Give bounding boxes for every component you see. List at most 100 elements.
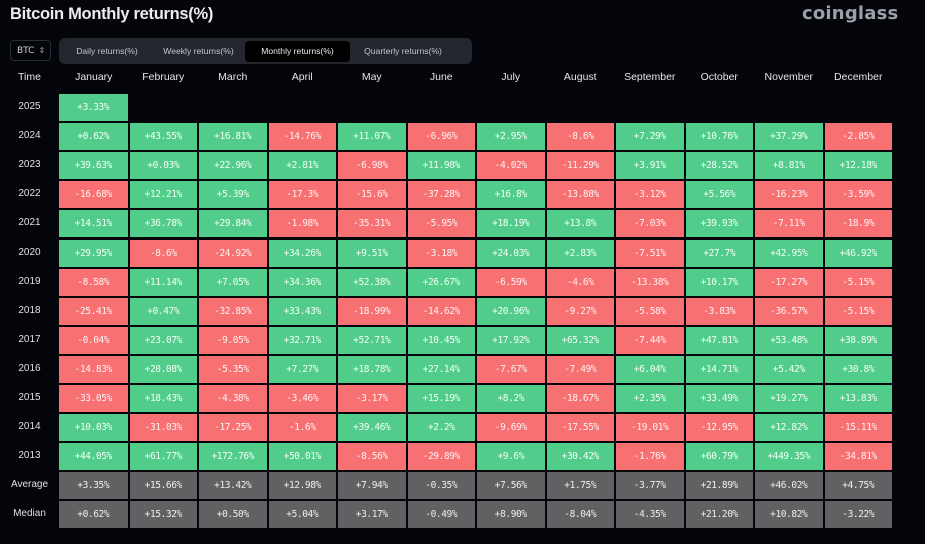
return-cell: +10.03% [59,414,128,442]
return-cell: -1.98% [268,210,336,238]
return-cell: -17.55% [546,414,614,442]
return-cell: +6.04% [616,355,684,383]
return-cell: -4.38% [199,385,267,412]
return-cell: +7.05% [199,268,267,296]
tab-monthly-returns[interactable]: Monthly returns(%) [245,40,350,62]
stat-cell: -0.35% [407,472,475,500]
return-cell: +18.43% [129,385,197,412]
stat-cell: +3.35% [59,472,128,500]
return-cell: +5.42% [755,355,823,383]
return-cell: -8.58% [59,268,128,296]
return-cell: +9.6% [477,443,545,471]
return-cell: +23.07% [129,326,197,354]
column-header-february: February [142,71,185,83]
return-cell: +0.47% [129,297,197,325]
return-cell: +8.81% [755,152,823,180]
return-cell: -36.57% [755,297,823,325]
row-label-year: 2017 [18,333,41,345]
return-cell: -7.51% [616,239,684,267]
stat-cell: +1.75% [546,472,614,500]
return-cell: -9.69% [477,414,545,442]
column-header-march: March [218,71,248,83]
return-cell: +10.76% [685,123,753,151]
return-cell: +28.52% [685,152,753,180]
return-cell: -12.95% [685,414,753,442]
return-cell: +39.93% [685,210,753,238]
return-cell: -32.85% [199,297,267,325]
return-cell: -29.89% [407,443,475,471]
row-label-year: 2014 [18,421,41,433]
return-cell: -14.62% [407,297,475,325]
return-cell: +27.14% [407,355,475,383]
row-label-year: 2016 [18,362,41,374]
stat-cell: +13.42% [199,472,267,500]
row-label-median: Median [13,508,46,520]
return-cell: -15.6% [338,181,406,209]
asset-select[interactable]: BTC ⇕ [10,40,51,61]
return-cell: -25.41% [59,297,128,325]
return-cell: +12.18% [824,152,892,180]
return-cell: -4.6% [546,268,614,296]
stat-cell: +15.66% [129,472,197,500]
page-title: Bitcoin Monthly returns(%) [10,5,214,23]
return-cell: -9.05% [199,326,267,354]
tab-weekly-returns[interactable]: Weekly returns(%) [152,41,245,62]
return-cell: +12.21% [129,181,197,209]
return-cell: +33.49% [685,385,753,412]
return-cell: -16.23% [755,181,823,209]
return-cell: +50.01% [268,443,336,471]
tab-daily-returns[interactable]: Daily returns(%) [62,41,152,62]
return-cell: +14.71% [685,355,753,383]
stat-cell: +15.32% [129,501,197,529]
return-cell: -13.88% [546,181,614,209]
return-cell: +52.38% [338,268,406,296]
return-cell: -9.27% [546,297,614,325]
return-cell: +30.8% [824,355,892,383]
return-cell: -7.44% [616,326,684,354]
return-cell: +17.92% [477,326,545,354]
column-header-july: July [501,71,521,83]
return-cell: -1.6% [268,414,336,442]
return-cell: +24.03% [477,239,545,267]
return-cell: +15.19% [407,385,475,412]
return-cell: +16.81% [199,123,267,151]
return-cell: -8.56% [338,443,406,471]
return-cell: +3.33% [59,94,128,121]
return-cell: +16.8% [477,181,545,209]
return-cell: +52.71% [338,326,406,354]
return-cell: +22.96% [199,152,267,180]
return-cell: +29.95% [59,239,128,267]
return-cell: -1.76% [616,443,684,471]
return-cell: +39.46% [338,414,406,442]
return-cell: +53.48% [755,326,823,354]
return-cell: -15.11% [824,414,892,442]
stat-cell: +8.90% [477,501,545,529]
return-cell: +2.2% [407,414,475,442]
tab-quarterly-returns[interactable]: Quarterly returns(%) [350,41,456,62]
return-cell: +43.55% [129,123,197,151]
stat-cell: +10.82% [755,501,823,529]
return-cell: -35.31% [338,210,406,238]
return-cell: +7.29% [616,123,684,151]
return-cell: +47.81% [685,326,753,354]
return-cell: +46.92% [824,239,892,267]
return-cell: +172.76% [199,443,267,471]
return-cell: +19.27% [755,385,823,412]
return-cell: +26.67% [407,268,475,296]
column-header-time: Time [18,71,41,83]
return-cell: -34.81% [824,443,892,471]
return-cell: +449.35% [755,443,823,471]
return-cell: -8.6% [129,239,197,267]
return-cell: +13.8% [546,210,614,238]
return-cell: +11.14% [129,268,197,296]
row-label-year: 2025 [18,101,41,112]
return-cell: -33.05% [59,385,128,412]
row-label-year: 2019 [18,275,41,287]
return-cell: -16.68% [59,181,128,209]
return-cell: +36.78% [129,210,197,238]
row-label-year: 2023 [18,159,41,171]
return-cell: +2.35% [616,385,684,412]
return-cell: -3.46% [268,385,336,412]
return-cell: +10.17% [685,268,753,296]
return-cell: +10.45% [407,326,475,354]
